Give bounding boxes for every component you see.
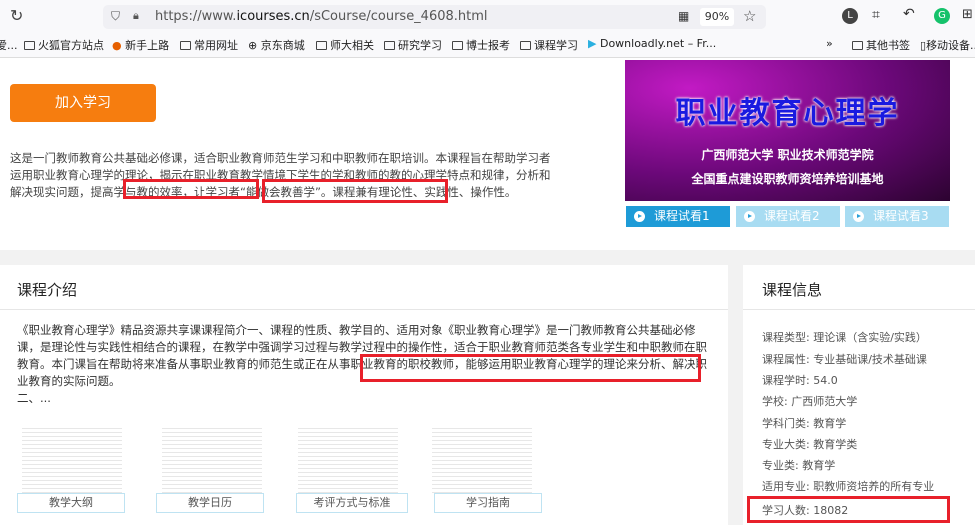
folder-icon: [520, 41, 531, 50]
bookmark[interactable]: 火狐官方站点: [24, 37, 104, 53]
document-thumbnail[interactable]: [162, 425, 262, 495]
bookmark[interactable]: 常用网址: [180, 37, 238, 53]
document-thumbnail[interactable]: [298, 425, 398, 495]
document-thumbnail[interactable]: [432, 425, 532, 495]
highlight-box: [360, 354, 701, 382]
doc-link-calendar[interactable]: 教学日历: [156, 493, 264, 513]
bookmark[interactable]: 博士报考: [452, 37, 510, 53]
info-row: 课程类型: 理论课（含实验/实践）: [762, 331, 927, 344]
highlight-box: [747, 496, 950, 523]
extension-icon[interactable]: ⊞: [962, 7, 973, 22]
folder-icon: [852, 41, 863, 50]
bookmark[interactable]: ⊕ 京东商城: [248, 37, 305, 53]
downloadly-icon: ▶: [588, 37, 597, 50]
document-thumbnail[interactable]: [22, 425, 122, 495]
trial-button-2[interactable]: 课程试看2: [736, 206, 840, 227]
folder-icon: [24, 41, 35, 50]
bookmark[interactable]: 研究学习: [384, 37, 442, 53]
url-text[interactable]: https://www.icourses.cn/sCourse/course_4…: [155, 9, 488, 24]
course-info-panel: 课程信息 课程类型: 理论课（含实验/实践） 课程属性: 专业基础课/技术基础课…: [743, 265, 975, 525]
join-course-button[interactable]: 加入学习: [10, 84, 156, 122]
folder-icon: [180, 41, 191, 50]
globe-icon: ⊕: [248, 39, 258, 52]
bookmark[interactable]: 课程学习: [520, 37, 578, 53]
info-row: 课程学时: 54.0: [762, 374, 838, 387]
address-bar[interactable]: ⛉ 🔒︎ https://www.icourses.cn/sCourse/cou…: [103, 5, 766, 29]
trial-button-1[interactable]: 课程试看1: [626, 206, 730, 227]
highlight-box: [262, 179, 448, 203]
bookmark[interactable]: ▶ Downloadly.net – Fr...: [588, 37, 716, 50]
info-row: 专业大类: 教育学类: [762, 438, 858, 451]
firefox-icon: ●: [112, 39, 122, 52]
play-icon: [634, 211, 645, 222]
info-row: 学科门类: 教育学: [762, 417, 847, 430]
play-icon: [744, 211, 755, 222]
play-icon: [853, 211, 864, 222]
doc-link-guide[interactable]: 学习指南: [434, 493, 542, 513]
info-row: 课程属性: 专业基础课/技术基础课: [762, 353, 927, 366]
crop-icon[interactable]: ⌗: [872, 7, 880, 23]
lock-icon[interactable]: 🔒︎: [133, 9, 139, 23]
reload-icon[interactable]: ↻: [10, 6, 23, 25]
doc-link-syllabus[interactable]: 教学大纲: [17, 493, 125, 513]
browser-toolbar: ↻ ⛉ 🔒︎ https://www.icourses.cn/sCourse/c…: [0, 0, 975, 32]
qr-code-icon[interactable]: ▦: [678, 9, 689, 23]
folder-icon: [316, 41, 327, 50]
divider: [743, 309, 975, 310]
info-row: 专业类: 教育学: [762, 459, 836, 472]
back-arrow-icon[interactable]: ↶: [903, 6, 915, 22]
bookmark[interactable]: ● 新手上路: [112, 37, 169, 53]
bookmark[interactable]: 爱...: [0, 37, 18, 53]
bookmark[interactable]: 其他书签: [852, 37, 910, 53]
course-header: 加入学习 这是一门教师教育公共基础必修课，适合职业教育师范生学习和中职教师在职培…: [0, 58, 975, 250]
star-icon[interactable]: ☆: [743, 7, 756, 25]
divider: [0, 309, 728, 310]
bookmark[interactable]: 师大相关: [316, 37, 374, 53]
highlight-box: [123, 179, 259, 199]
section-heading: 课程信息: [762, 281, 823, 299]
course-intro-panel: 课程介绍 《职业教育心理学》精品资源共享课课程简介一、课程的性质、教学目的、适用…: [0, 265, 728, 525]
info-row: 适用专业: 职教师资培养的所有专业: [762, 480, 935, 493]
zoom-level[interactable]: 90%: [700, 8, 734, 26]
doc-link-assessment[interactable]: 考评方式与标准: [296, 493, 408, 513]
bookmark[interactable]: ▯移动设备...: [920, 37, 975, 53]
bookmarks-bar: 爱... 火狐官方站点 ● 新手上路 常用网址 ⊕ 京东商城 师大相关 研究学习…: [0, 32, 975, 58]
shield-icon[interactable]: ⛉: [111, 9, 120, 24]
folder-icon: [384, 41, 395, 50]
grammarly-icon[interactable]: G: [934, 8, 950, 24]
profile-icon[interactable]: L: [842, 8, 858, 24]
more-bookmarks-icon[interactable]: »: [826, 37, 833, 50]
info-row: 学校: 广西师范大学: [762, 395, 858, 408]
folder-icon: [452, 41, 463, 50]
section-heading: 课程介绍: [17, 281, 78, 299]
course-banner-image: 职业教育心理学 广西师范大学 职业技术师范学院 全国重点建设职教师资培养培训基地: [625, 60, 950, 201]
trial-button-3[interactable]: 课程试看3: [845, 206, 949, 227]
